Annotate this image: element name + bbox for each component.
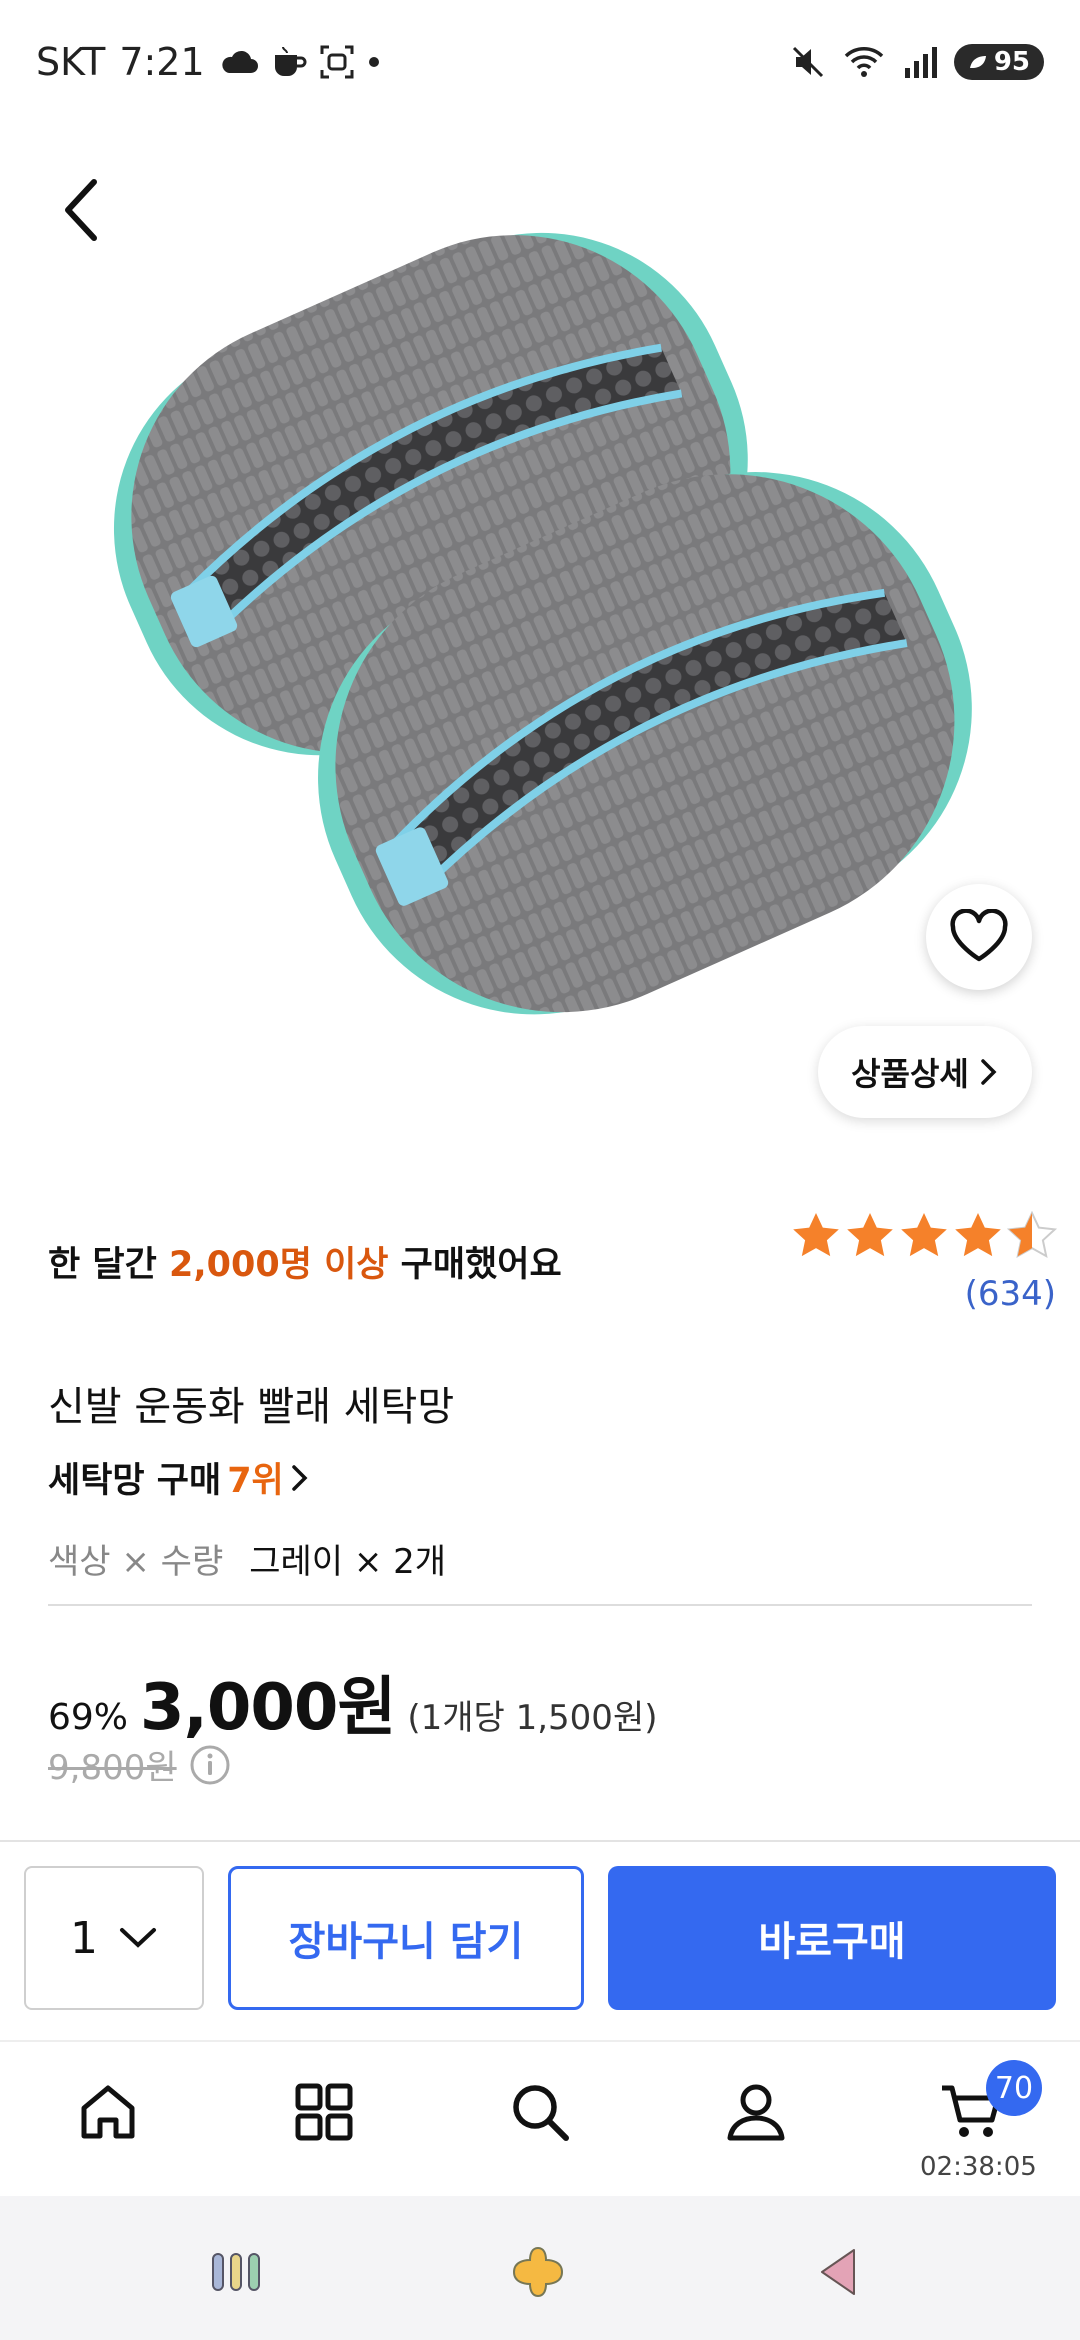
sale-price: 3,000원 — [140, 1671, 396, 1745]
search-icon — [513, 2085, 569, 2141]
tab-home[interactable] — [68, 2072, 148, 2152]
back-nav-button[interactable] — [808, 2242, 868, 2302]
rank-number: 7위 — [227, 1461, 284, 1501]
chevron-right-icon — [981, 1059, 997, 1085]
review-count-link[interactable]: (634) — [965, 1274, 1056, 1314]
battery-indicator: 95 — [953, 44, 1044, 80]
status-left: SKT 7:21 — [36, 40, 381, 84]
info-icon[interactable] — [189, 1744, 231, 1786]
purchase-count-text: 한 달간 2,000명 이상 구매했어요 — [48, 1236, 562, 1287]
dot-icon — [368, 57, 379, 67]
status-right: 95 — [790, 44, 1044, 80]
status-bar: SKT 7:21 95 — [0, 0, 1080, 130]
system-nav-bar — [0, 2196, 1080, 2340]
star-icon — [901, 1213, 947, 1257]
back-button[interactable] — [50, 170, 110, 250]
rank-category: 세탁망 구매 — [48, 1461, 222, 1501]
tab-categories[interactable] — [284, 2072, 364, 2152]
wifi-icon — [844, 47, 884, 77]
option-label: 색상 × 수량 — [48, 1542, 224, 1582]
tab-search[interactable] — [500, 2072, 580, 2152]
add-to-cart-button[interactable]: 장바구니 담기 — [228, 1866, 584, 2010]
unit-price: (1개당 1,500원) — [407, 1698, 658, 1738]
laundry-bag-illustration — [113, 232, 972, 1015]
product-detail-label: 상품상세 — [851, 1055, 969, 1093]
selected-option: 색상 × 수량 그레이 × 2개 — [48, 1534, 446, 1583]
cloud-icon — [222, 50, 258, 73]
category-rank-link[interactable]: 세탁망 구매 7위 — [48, 1452, 310, 1503]
product-image — [0, 130, 1080, 1160]
signal-icon — [904, 47, 937, 78]
categories-icon — [295, 2083, 353, 2141]
option-value: 그레이 × 2개 — [249, 1542, 447, 1582]
buy-now-button[interactable]: 바로구매 — [608, 1866, 1056, 2010]
notification-icons — [219, 44, 381, 80]
cart-count-badge: 70 — [986, 2060, 1042, 2116]
bought-suffix: 구매했어요 — [388, 1245, 562, 1285]
carrier-label: SKT — [36, 40, 106, 84]
price-row: 69% 3,000원 (1개당 1,500원) — [48, 1656, 658, 1748]
tab-my-page[interactable] — [716, 2072, 796, 2152]
bought-prefix: 한 달간 — [48, 1245, 169, 1285]
discount-percent: 69% — [48, 1697, 129, 1738]
purchase-bar: 1 장바구니 담기 바로구매 — [0, 1840, 1080, 2040]
divider — [48, 1604, 1032, 1606]
chevron-down-icon — [120, 1928, 156, 1948]
home-nav-button[interactable] — [508, 2242, 568, 2302]
half-star-icon — [1006, 1210, 1058, 1259]
cup-icon — [274, 46, 307, 76]
recent-apps-icon — [212, 2253, 260, 2291]
product-detail-button[interactable]: 상품상세 — [818, 1026, 1032, 1118]
home-nav-icon — [512, 2246, 564, 2298]
cart-timer: 02:38:05 — [920, 2152, 1037, 2182]
mute-icon — [792, 46, 823, 78]
bought-highlight: 2,000명 이상 — [168, 1245, 389, 1285]
star-rating — [790, 1210, 1058, 1262]
product-title: 신발 운동화 빨래 세탁망 — [48, 1384, 455, 1430]
profile-icon — [727, 2084, 785, 2141]
battery-level: 95 — [993, 47, 1030, 77]
original-price-row: 9,800원 — [48, 1740, 231, 1789]
quantity-value: 1 — [70, 1912, 98, 1964]
back-nav-icon — [821, 2249, 855, 2295]
quantity-select[interactable]: 1 — [24, 1866, 204, 2010]
clock: 7:21 — [119, 40, 205, 84]
home-icon — [81, 2085, 135, 2139]
back-icon — [65, 179, 97, 241]
heart-icon — [950, 909, 1008, 962]
star-icon — [955, 1213, 1001, 1257]
original-price: 9,800원 — [48, 1748, 177, 1788]
recent-apps-button[interactable] — [206, 2242, 266, 2302]
wishlist-button[interactable] — [926, 884, 1032, 990]
chevron-right-icon — [292, 1464, 308, 1491]
screenshot-icon — [320, 45, 354, 79]
star-icon — [793, 1213, 839, 1257]
star-icon — [847, 1213, 893, 1257]
battery-leaf-icon — [969, 56, 986, 68]
bottom-tab-bar — [0, 2040, 1080, 2196]
